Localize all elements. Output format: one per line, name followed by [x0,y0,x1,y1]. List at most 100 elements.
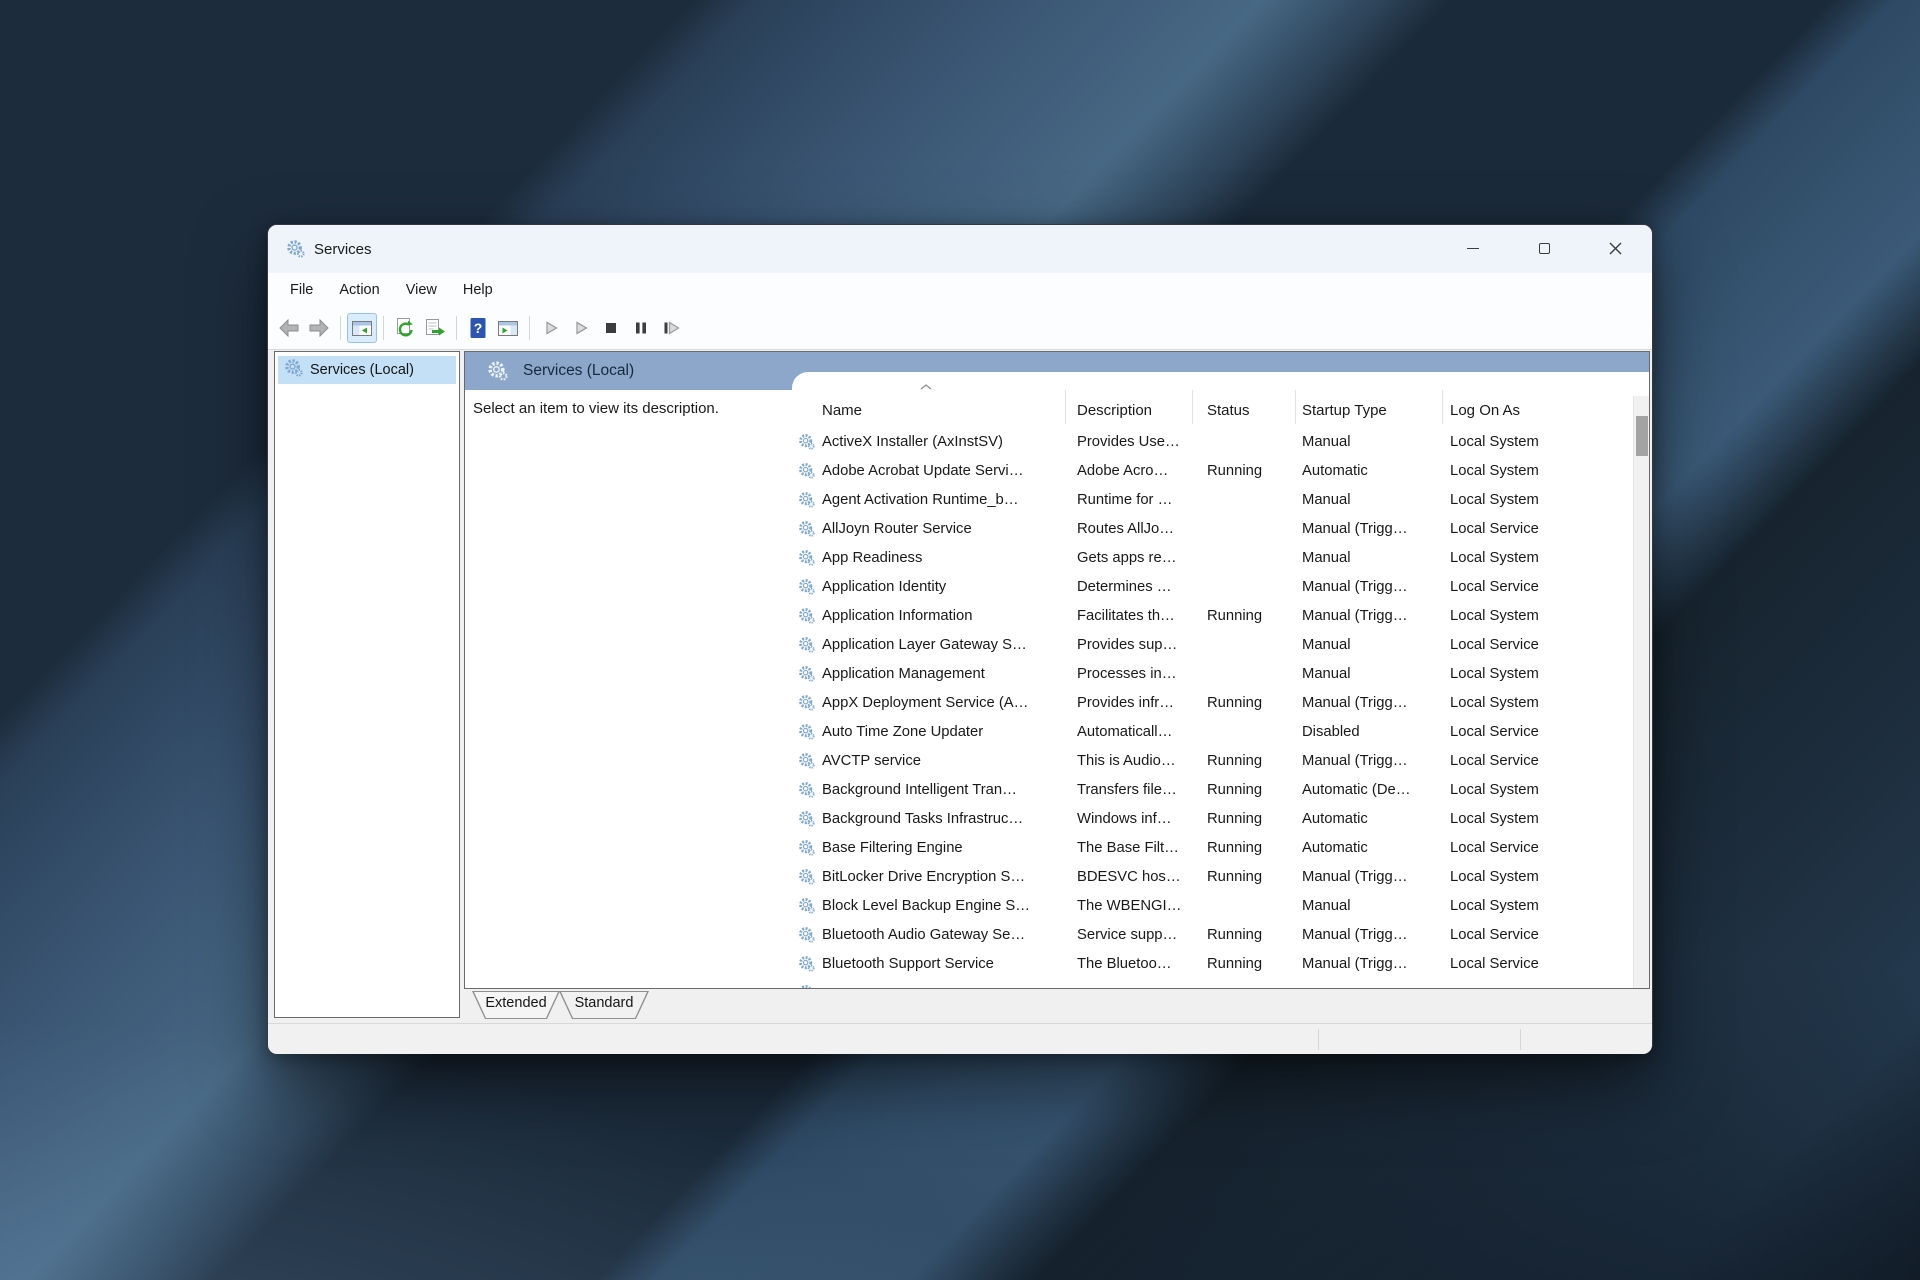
service-description: Automaticall… [1077,718,1202,747]
service-log-on-as: Local Service [1450,573,1580,602]
service-status: Running [1207,602,1297,631]
service-startup-type: Manual [1302,428,1442,457]
table-row[interactable]: Auto Time Zone UpdaterAutomaticall…Disab… [792,718,1633,747]
table-row[interactable]: AllJoyn Router ServiceRoutes AllJo…Manua… [792,515,1633,544]
service-name: Agent Activation Runtime_b… [822,486,1072,515]
service-gear-icon [798,665,815,686]
service-startup-type: Manual (Trigg… [1302,950,1442,979]
statusbar-divider [1520,1029,1521,1050]
stop-service-icon[interactable] [596,313,626,343]
table-row[interactable]: App ReadinessGets apps re…ManualLocal Sy… [792,544,1633,573]
menu-view[interactable]: View [393,273,450,306]
column-divider[interactable] [1192,390,1193,424]
column-divider[interactable] [1295,390,1296,424]
menu-file[interactable]: File [277,273,326,306]
service-status [1207,486,1297,515]
service-description: Windows inf… [1077,805,1202,834]
table-row[interactable]: Application ManagementProcesses in…Manua… [792,660,1633,689]
column-header-logon[interactable]: Log On As [1450,402,1520,419]
service-gear-icon [798,694,815,715]
back-arrow-icon[interactable] [274,313,304,343]
service-name: Bluetooth Support Service [822,950,1072,979]
service-name: Adobe Acrobat Update Servi… [822,457,1072,486]
toolbar-separator [383,316,384,340]
column-divider[interactable] [1442,390,1443,424]
table-row[interactable]: AVCTP serviceThis is Audio…RunningManual… [792,747,1633,776]
table-row[interactable]: Application Layer Gateway S…Provides sup… [792,631,1633,660]
column-header-status[interactable]: Status [1207,402,1250,419]
column-header-description[interactable]: Description [1077,402,1152,419]
services-window: Services File Action View Help ? Service… [267,224,1653,1054]
services-gear-icon [286,239,305,263]
console-tree-pane: Services (Local) [274,351,460,1018]
export-list-icon[interactable] [420,313,450,343]
table-row[interactable]: Bluetooth Support ServiceThe Bluetoo…Run… [792,950,1633,979]
table-row[interactable]: Background Intelligent Tran…Transfers fi… [792,776,1633,805]
table-row[interactable]: Adobe Acrobat Update Servi…Adobe Acro…Ru… [792,457,1633,486]
service-status [1207,428,1297,457]
service-name: App Readiness [822,544,1072,573]
service-description: BDESVC hos… [1077,863,1202,892]
service-startup-type: Manual [1302,892,1442,921]
service-gear-icon [798,810,815,831]
tab-standard[interactable]: Standard [559,991,649,1019]
close-button[interactable] [1586,225,1644,272]
refresh-icon[interactable] [390,313,420,343]
service-startup-type: Manual (Trigg… [1302,515,1442,544]
tree-item-services-local[interactable]: Services (Local) [278,356,456,384]
table-row[interactable]: AppX Deployment Service (A…Provides infr… [792,689,1633,718]
column-header-startup[interactable]: Startup Type [1302,402,1387,419]
service-name: Application Information [822,602,1072,631]
service-gear-icon [798,752,815,773]
table-row[interactable]: Application IdentityDetermines …Manual (… [792,573,1633,602]
service-status [1207,718,1297,747]
menu-action[interactable]: Action [326,273,392,306]
table-row-partial[interactable] [792,979,1633,989]
start-service-icon[interactable] [536,313,566,343]
service-status: Running [1207,863,1297,892]
column-divider[interactable] [1065,390,1066,424]
service-gear-icon [798,868,815,889]
table-row[interactable]: Bluetooth Audio Gateway Se…Service supp…… [792,921,1633,950]
table-row[interactable]: Background Tasks Infrastruc…Windows inf…… [792,805,1633,834]
maximize-button[interactable] [1515,225,1573,272]
service-startup-type: Manual [1302,631,1442,660]
restart-service-icon[interactable] [656,313,686,343]
table-row[interactable]: Base Filtering EngineThe Base Filt…Runni… [792,834,1633,863]
service-name: Background Tasks Infrastruc… [822,805,1072,834]
service-description: Processes in… [1077,660,1202,689]
show-console-tree-icon[interactable] [347,313,377,343]
menu-help[interactable]: Help [450,273,506,306]
vertical-scrollbar[interactable] [1633,396,1650,989]
scrollbar-thumb[interactable] [1636,416,1648,456]
minimize-button[interactable] [1444,225,1502,272]
desktop-wallpaper: Services File Action View Help ? Service… [0,0,1920,1280]
table-row[interactable]: BitLocker Drive Encryption S…BDESVC hos…… [792,863,1633,892]
help-icon[interactable]: ? [463,313,493,343]
service-status: Running [1207,689,1297,718]
toolbar: ? [268,306,1652,350]
table-row[interactable]: Agent Activation Runtime_b…Runtime for …… [792,486,1633,515]
table-row[interactable]: Block Level Backup Engine S…The WBENGI…M… [792,892,1633,921]
service-startup-type: Disabled [1302,718,1442,747]
service-startup-type: Manual (Trigg… [1302,921,1442,950]
show-action-pane-icon[interactable] [493,313,523,343]
resume-service-icon[interactable] [566,313,596,343]
service-gear-icon [798,955,815,976]
toolbar-separator [456,316,457,340]
table-row[interactable]: Application InformationFacilitates th…Ru… [792,602,1633,631]
tab-extended[interactable]: Extended [472,991,560,1019]
column-header-name[interactable]: Name [822,402,862,419]
service-status: Running [1207,776,1297,805]
toolbar-separator [340,316,341,340]
titlebar[interactable]: Services [268,225,1652,273]
service-description: The WBENGI… [1077,892,1202,921]
service-startup-type: Automatic [1302,805,1442,834]
service-description: Facilitates th… [1077,602,1202,631]
service-startup-type: Manual [1302,486,1442,515]
service-log-on-as: Local System [1450,457,1580,486]
forward-arrow-icon[interactable] [304,313,334,343]
service-startup-type: Manual [1302,660,1442,689]
table-row[interactable]: ActiveX Installer (AxInstSV)Provides Use… [792,428,1633,457]
pause-service-icon[interactable] [626,313,656,343]
